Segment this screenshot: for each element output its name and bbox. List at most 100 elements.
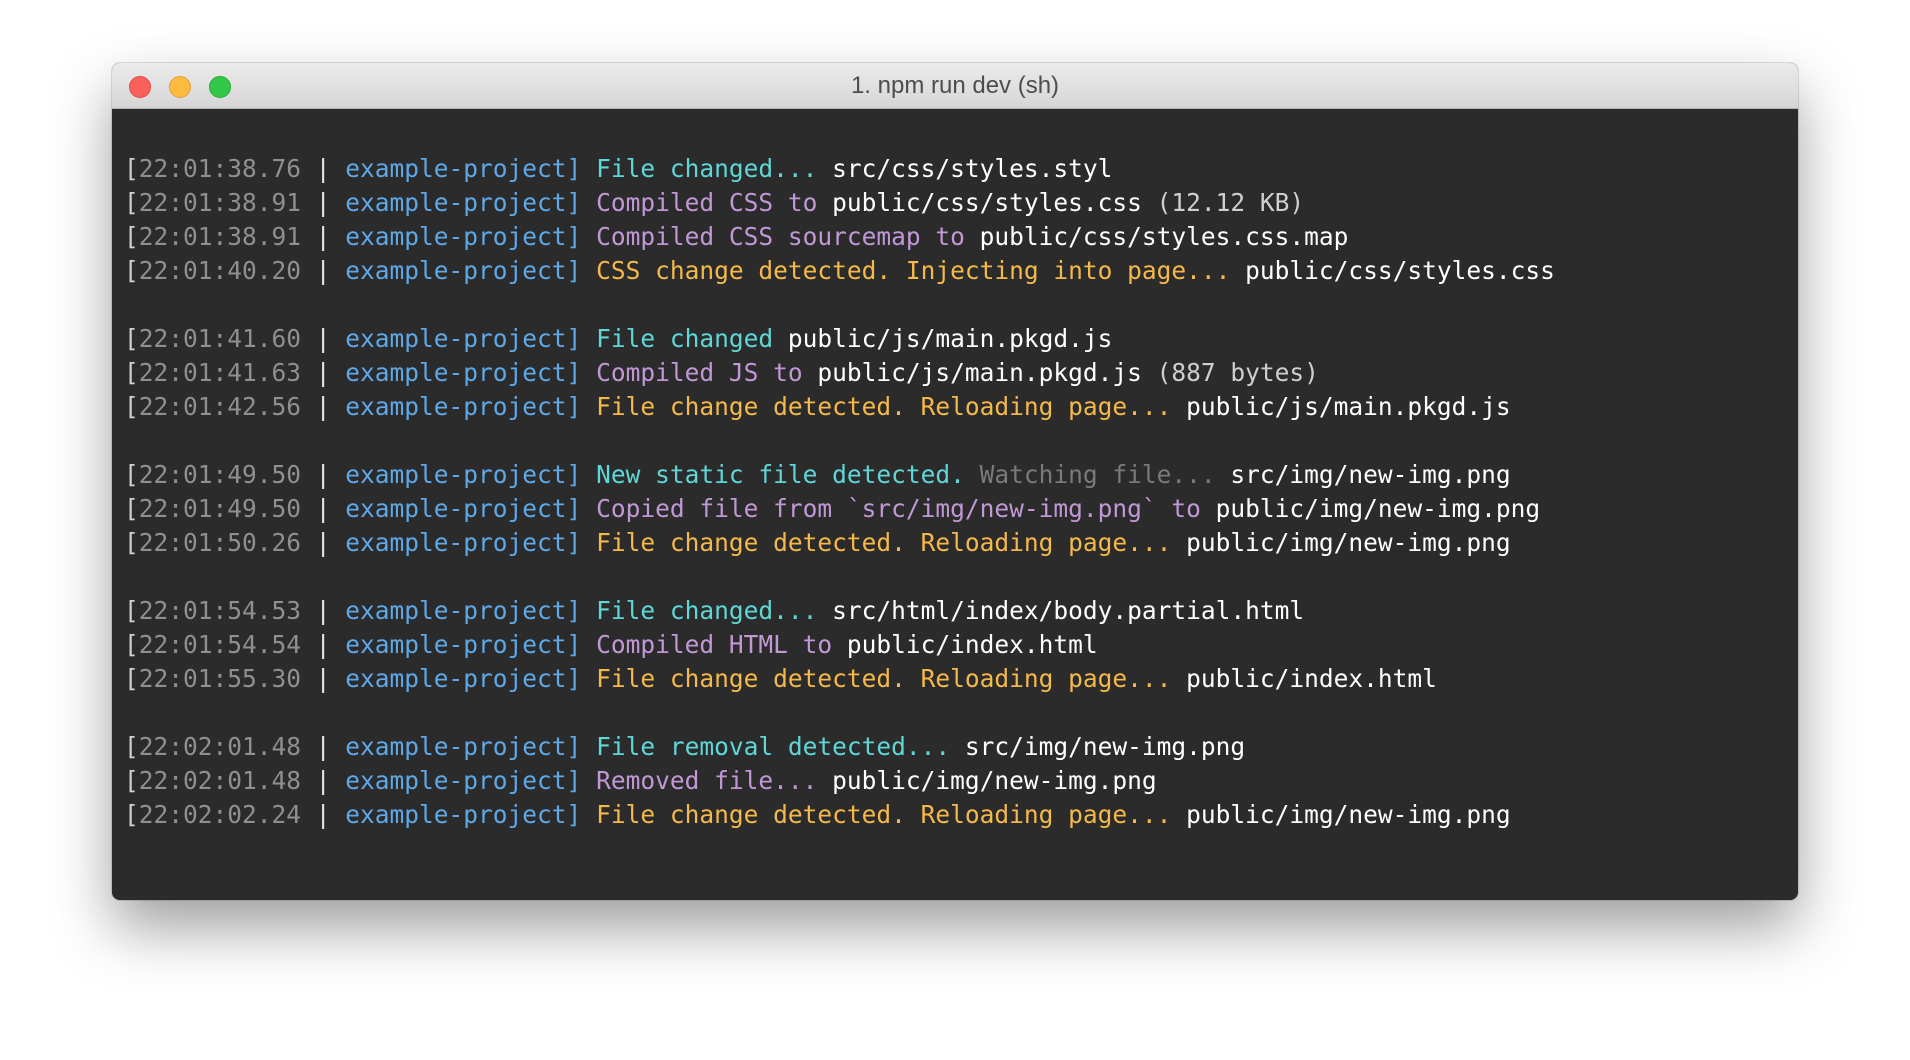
log-message-segment: Copied file from `src/img/new-img.png` t… [596, 494, 1216, 523]
separator: | [301, 630, 346, 659]
log-timestamp: 22:02:01.48 [138, 766, 302, 795]
bracket: [ [124, 392, 139, 421]
log-timestamp: 22:01:41.60 [138, 324, 302, 353]
log-line: [22:01:38.91 | example-project] Compiled… [124, 186, 1555, 220]
log-timestamp: 22:02:02.24 [138, 800, 302, 829]
log-project: example-project] [345, 188, 582, 217]
log-line: [22:02:01.48 | example-project] Removed … [124, 764, 1555, 798]
separator: | [301, 188, 346, 217]
log-project: example-project] [345, 596, 582, 625]
log-message-segment: (887 bytes) [1141, 358, 1319, 387]
bracket: [ [124, 256, 139, 285]
log-spacer [124, 560, 1555, 594]
separator: | [301, 494, 346, 523]
log-project: example-project] [345, 256, 582, 285]
log-line: [22:01:38.91 | example-project] Compiled… [124, 220, 1555, 254]
log-message-segment: New static file detected. [596, 460, 980, 489]
log-message-segment: File change detected. Reloading page... [596, 392, 1187, 421]
log-message-segment: CSS change detected. Injecting into page… [596, 256, 1246, 285]
log-spacer [124, 424, 1555, 458]
log-project: example-project] [345, 324, 582, 353]
bracket: [ [124, 188, 139, 217]
log-timestamp: 22:01:49.50 [138, 460, 302, 489]
log-line: [22:01:55.30 | example-project] File cha… [124, 662, 1555, 696]
log-output: [22:01:38.76 | example-project] File cha… [124, 152, 1555, 832]
log-message-segment: public/css/styles.css [1245, 256, 1555, 285]
log-line: [22:01:41.60 | example-project] File cha… [124, 322, 1555, 356]
log-project: example-project] [345, 460, 582, 489]
log-message-segment: src/html/index/body.partial.html [832, 596, 1305, 625]
log-message-segment: File changed... [596, 154, 833, 183]
window-title: 1. npm run dev (sh) [850, 72, 1060, 99]
bracket: [ [124, 358, 139, 387]
log-message-segment: public/img/new-img.png [1215, 494, 1541, 523]
separator: | [301, 154, 346, 183]
log-timestamp: 22:02:01.48 [138, 732, 302, 761]
log-message-segment: public/js/main.pkgd.js [1186, 392, 1511, 421]
log-project: example-project] [345, 630, 582, 659]
log-timestamp: 22:01:49.50 [138, 494, 302, 523]
log-timestamp: 22:01:54.54 [138, 630, 302, 659]
log-message-segment: public/img/new-img.png [1186, 800, 1511, 829]
log-line: [22:01:40.20 | example-project] CSS chan… [124, 254, 1555, 288]
log-message-segment: public/index.html [846, 630, 1098, 659]
log-project: example-project] [345, 154, 582, 183]
log-timestamp: 22:01:38.91 [138, 188, 302, 217]
log-project: example-project] [345, 732, 582, 761]
log-line: [22:01:54.53 | example-project] File cha… [124, 594, 1555, 628]
log-message-segment: Compiled JS to [596, 358, 818, 387]
log-line: [22:01:38.76 | example-project] File cha… [124, 152, 1555, 186]
bracket: [ [124, 596, 139, 625]
bracket: [ [124, 154, 139, 183]
bracket: [ [124, 222, 139, 251]
log-line: [22:01:49.50 | example-project] Copied f… [124, 492, 1555, 526]
log-message-segment: Compiled HTML to [596, 630, 847, 659]
log-message-segment: src/css/styles.styl [832, 154, 1113, 183]
log-spacer [124, 696, 1555, 730]
log-line: [22:01:49.50 | example-project] New stat… [124, 458, 1555, 492]
bracket: [ [124, 494, 139, 523]
log-message-segment: public/css/styles.css.map [979, 222, 1349, 251]
log-timestamp: 22:01:55.30 [138, 664, 302, 693]
log-timestamp: 22:01:40.20 [138, 256, 302, 285]
terminal-output[interactable]: [22:01:38.76 | example-project] File cha… [112, 109, 1798, 900]
bracket: [ [124, 528, 139, 557]
bracket: [ [124, 732, 139, 761]
log-timestamp: 22:01:54.53 [138, 596, 302, 625]
log-message-segment: Removed file... [596, 766, 833, 795]
log-project: example-project] [345, 392, 582, 421]
bracket: [ [124, 664, 139, 693]
log-message-segment: public/img/new-img.png [832, 766, 1157, 795]
log-message-segment: src/img/new-img.png [964, 732, 1246, 761]
log-message-segment: public/index.html [1186, 664, 1437, 693]
log-message-segment: public/js/main.pkgd.js [787, 324, 1113, 353]
log-timestamp: 22:01:38.76 [138, 154, 302, 183]
log-message-segment: File removal detected... [596, 732, 965, 761]
log-message-segment: public/js/main.pkgd.js [817, 358, 1142, 387]
log-message-segment: File changed [596, 324, 788, 353]
separator: | [301, 256, 346, 285]
bracket: [ [124, 766, 139, 795]
log-message-segment: src/img/new-img.png [1230, 460, 1511, 489]
bracket: [ [124, 460, 139, 489]
bracket: [ [124, 800, 139, 829]
log-line: [22:01:54.54 | example-project] Compiled… [124, 628, 1555, 662]
separator: | [301, 392, 346, 421]
separator: | [301, 766, 346, 795]
separator: | [301, 358, 346, 387]
log-message-segment: public/img/new-img.png [1186, 528, 1511, 557]
separator: | [301, 222, 346, 251]
separator: | [301, 324, 346, 353]
terminal-window[interactable]: 1. npm run dev (sh) [22:01:38.76 | examp… [112, 63, 1798, 900]
separator: | [301, 528, 346, 557]
log-message-segment: Compiled CSS sourcemap to [596, 222, 980, 251]
log-line: [22:01:42.56 | example-project] File cha… [124, 390, 1555, 424]
bracket: [ [124, 630, 139, 659]
title-bar[interactable]: 1. npm run dev (sh) [112, 63, 1798, 109]
log-project: example-project] [345, 766, 582, 795]
desktop: 1. npm run dev (sh) [22:01:38.76 | examp… [0, 0, 1910, 1060]
log-message-segment: (12.12 KB) [1141, 188, 1305, 217]
log-timestamp: 22:01:41.63 [138, 358, 302, 387]
log-project: example-project] [345, 528, 582, 557]
log-project: example-project] [345, 222, 582, 251]
